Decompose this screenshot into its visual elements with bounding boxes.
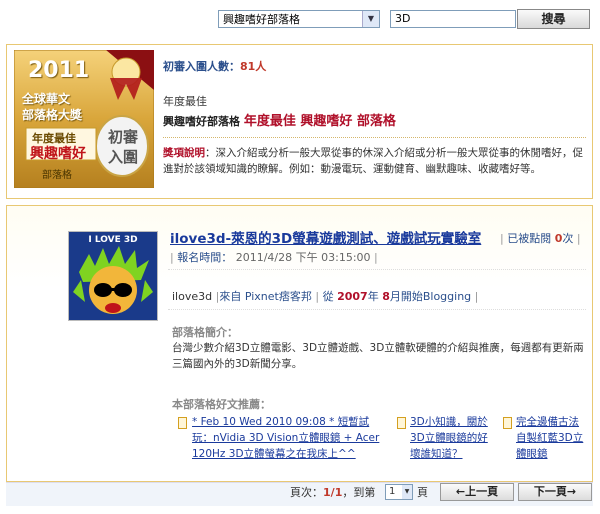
- badge-suffix: 部落格: [42, 170, 72, 181]
- page-current: 1: [323, 486, 331, 499]
- chevron-down-icon[interactable]: ▼: [402, 485, 412, 499]
- divider: [168, 269, 586, 270]
- document-icon: [503, 417, 512, 429]
- blog-title-link[interactable]: ilove3d-萊恩的3D螢幕遊戲測試、遊戲試玩實驗室: [170, 227, 481, 247]
- next-page-button[interactable]: 下一頁→: [518, 483, 592, 501]
- hit-counter-label: 已被點閱: [507, 232, 552, 245]
- entry-count: 初審入圍人數：81人: [163, 58, 266, 74]
- category-select[interactable]: 興趣嗜好部落格 ▼: [218, 10, 380, 28]
- badge-year: 2011: [28, 58, 90, 83]
- avatar-caption: I LOVE 3D: [88, 235, 138, 245]
- platform-name: Pixnet痞客邦: [244, 290, 312, 303]
- category-select-value: 興趣嗜好部落格: [223, 13, 300, 26]
- search-button[interactable]: 搜尋: [517, 9, 590, 29]
- divider: [163, 137, 586, 138]
- badge-name: 興趣嗜好: [30, 146, 86, 162]
- award-category-big: 年度最佳 興趣嗜好 部落格: [243, 114, 396, 129]
- recommended-link[interactable]: * Feb 10 Wed 2010 09:08 * 短暫試玩：nVidia 3D…: [192, 414, 387, 462]
- search-input[interactable]: 3D: [390, 10, 516, 28]
- page-label: 頁次：: [290, 486, 323, 499]
- entry-count-value: 81人: [240, 60, 267, 73]
- hit-counter-unit: 次: [562, 232, 574, 245]
- award-description-text: ：深入介紹或分析一般大眾從事的休深入介紹或分析一般大眾從事的休閒嗜好，促進對於該…: [163, 147, 583, 175]
- recommended-link[interactable]: 3D小知識，關於3D立體眼鏡的好壞誰知道？: [410, 414, 492, 462]
- badge-line1: 全球華文: [22, 92, 71, 106]
- award-category: 興趣嗜好部落格 年度最佳 興趣嗜好 部落格: [163, 110, 396, 129]
- entry-count-label: 初審入圍人數：: [163, 60, 240, 73]
- from-label: 來自: [219, 290, 242, 303]
- page-select-value: 1: [389, 486, 396, 497]
- document-icon: [178, 417, 187, 429]
- award-category-small: 興趣嗜好部落格: [163, 115, 240, 128]
- hit-counter: | 已被點閱 0次 |: [500, 232, 581, 245]
- since-prefix: 從: [322, 290, 334, 303]
- prev-page-button[interactable]: ←上一頁: [440, 483, 514, 501]
- award-year-label: 年度最佳: [163, 95, 207, 108]
- page-indicator: 頁次：1/1，到第: [290, 486, 375, 500]
- since-year-unit: 年: [367, 290, 379, 303]
- seal-line2: 入圍: [108, 148, 139, 166]
- seal-line1: 初審: [108, 128, 139, 146]
- intro-heading: 部落格簡介：: [172, 326, 238, 339]
- since-year: 2007: [337, 290, 368, 303]
- registration-time-value: 2011/4/28 下午 03:15:00: [235, 251, 371, 264]
- award-description: 獎項說明：深入介紹或分析一般大眾從事的休深入介紹或分析一般大眾從事的休閒嗜好，促…: [163, 145, 588, 177]
- award-badge-image: 2011 全球華文 部落格大獎 年度最佳 興趣嗜好 部落格 初審 入圍: [13, 49, 155, 189]
- registration-time-label: 報名時間：: [177, 251, 233, 264]
- goto-unit: 頁: [417, 486, 428, 499]
- registration-time: | 報名時間： 2011/4/28 下午 03:15:00 |: [170, 251, 378, 264]
- page-select[interactable]: 1 ▼: [385, 484, 413, 500]
- document-icon: [397, 417, 406, 429]
- recommended-link[interactable]: 完全邊備古法 自製紅藍3D立體眼鏡: [516, 414, 584, 462]
- blog-avatar[interactable]: I LOVE 3D: [68, 231, 158, 321]
- divider: [168, 309, 586, 310]
- search-input-value: 3D: [395, 12, 411, 25]
- badge-line2: 部落格大獎: [22, 108, 83, 122]
- chevron-down-icon[interactable]: ▼: [362, 11, 379, 27]
- award-description-label: 獎項說明: [163, 147, 205, 159]
- since-month: 8: [382, 290, 390, 303]
- intro-text: 台灣少數介紹3D立體電影、3D立體遊戲、3D立體軟硬體的介紹與推廣，每週都有更新…: [172, 342, 584, 370]
- recommended-heading: 本部落格好文推薦：: [172, 398, 271, 411]
- author-info: ilove3d |來自 Pixnet痞客邦 | 從 2007年 8月開始Blog…: [172, 290, 479, 303]
- author-name: ilove3d: [172, 290, 213, 303]
- since-suffix: 月開始Blogging: [389, 290, 472, 303]
- goto-label: ，到第: [342, 486, 376, 499]
